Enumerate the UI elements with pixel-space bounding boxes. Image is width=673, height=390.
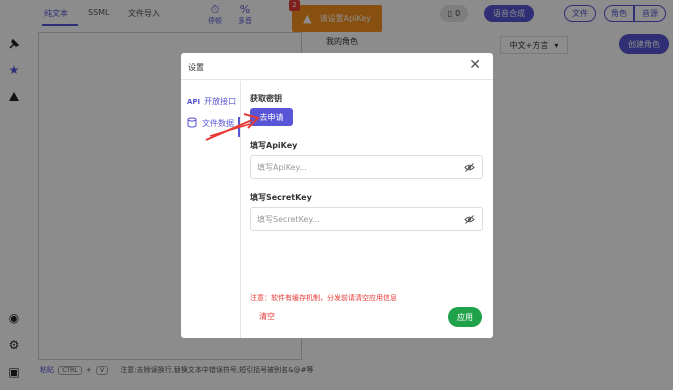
api-icon: API: [187, 97, 201, 106]
dialog-header: 设置 ✕: [181, 53, 493, 80]
close-icon[interactable]: ✕: [469, 58, 481, 72]
secretkey-input[interactable]: [257, 212, 457, 226]
dialog-title: 设置: [188, 63, 204, 72]
nav-item-open-api[interactable]: API 开放接口: [187, 96, 236, 107]
settings-dialog: 设置 ✕ API 开放接口 文件数据 获取密钥 去申请 填写ApiKey 填写S…: [181, 53, 493, 338]
eye-off-icon[interactable]: [464, 214, 475, 225]
apply-button[interactable]: 应用: [448, 307, 482, 327]
clear-button[interactable]: 清空: [259, 311, 275, 322]
secretkey-label: 填写SecretKey: [250, 193, 312, 202]
secretkey-field[interactable]: [250, 207, 483, 231]
database-settings-icon: [187, 117, 198, 130]
eye-off-icon[interactable]: [464, 162, 475, 173]
nav-label-open-api: 开放接口: [204, 97, 237, 106]
settings-content: 获取密钥 去申请 填写ApiKey 填写SecretKey 注意：软件有缓存机制…: [250, 81, 486, 338]
cache-warning-note: 注意：软件有缓存机制，分发前请清空应用信息: [250, 294, 397, 302]
apikey-input[interactable]: [257, 160, 457, 174]
red-arrow-annotation: [205, 113, 260, 141]
get-key-label: 获取密钥: [250, 94, 282, 103]
apikey-field[interactable]: [250, 155, 483, 179]
